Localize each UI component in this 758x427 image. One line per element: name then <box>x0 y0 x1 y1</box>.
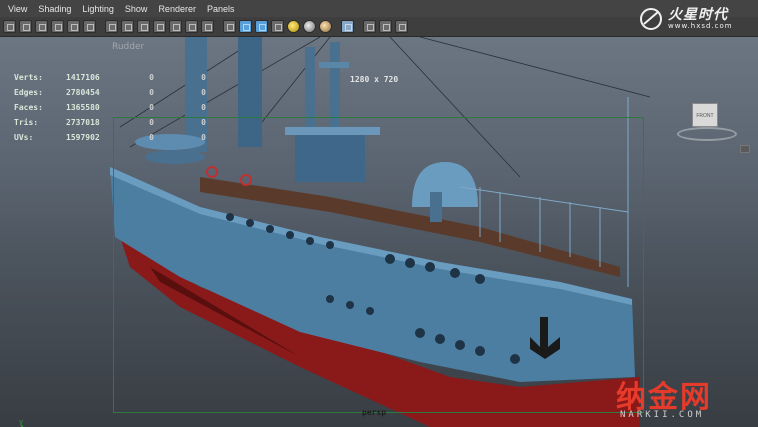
safe-title-icon[interactable] <box>201 20 214 33</box>
hud-components: 0 <box>201 118 206 127</box>
shadows-icon[interactable] <box>303 20 316 33</box>
axis-gizmo: y z x <box>19 418 23 427</box>
menu-view[interactable]: View <box>8 4 27 14</box>
hud-components: 0 <box>201 133 206 142</box>
hud-row-edges: Edges: 2780454 0 0 <box>14 88 206 103</box>
view-cube-front-face[interactable]: FRONT <box>692 103 718 127</box>
gate-mask-icon[interactable] <box>153 20 166 33</box>
resolution-gate-icon[interactable] <box>137 20 150 33</box>
image-plane-icon[interactable] <box>51 20 64 33</box>
select-camera-icon[interactable] <box>3 20 16 33</box>
hud-row-faces: Faces: 1365580 0 0 <box>14 103 206 118</box>
field-chart-icon[interactable] <box>169 20 182 33</box>
xray-icon[interactable] <box>341 20 354 33</box>
share-icon[interactable] <box>395 20 408 33</box>
panel-resize-handle[interactable] <box>740 145 750 153</box>
camera-name: persp <box>362 408 387 417</box>
hud-components: 0 <box>201 73 206 82</box>
perspective-viewport[interactable]: Rudder Verts: 1417106 0 0 Edges: 2780454… <box>0 37 758 427</box>
hud-label: Tris: <box>14 118 39 127</box>
hud-value: 1597902 <box>66 133 100 142</box>
grid-icon[interactable] <box>105 20 118 33</box>
narkii-watermark: 纳金网 NARKII.COM <box>616 372 754 424</box>
axis-y-label: y <box>19 418 23 426</box>
menu-show[interactable]: Show <box>125 4 148 14</box>
hud-label: Verts: <box>14 73 43 82</box>
hud-value: 2737018 <box>66 118 100 127</box>
hud-selected: 0 <box>149 118 154 127</box>
bookmark-icon[interactable] <box>35 20 48 33</box>
hud-label: Faces: <box>14 103 43 112</box>
hud-selected: 0 <box>149 88 154 97</box>
grease-pencil-icon[interactable] <box>83 20 96 33</box>
watermark-url: NARKII.COM <box>620 410 705 420</box>
rudder-label: Rudder <box>112 42 145 52</box>
hud-row-verts: Verts: 1417106 0 0 <box>14 73 206 88</box>
menu-renderer[interactable]: Renderer <box>158 4 196 14</box>
use-all-lights-icon[interactable] <box>287 20 300 33</box>
menu-panels[interactable]: Panels <box>207 4 235 14</box>
hud-value: 1417106 <box>66 73 100 82</box>
isolate-select-icon[interactable] <box>363 20 376 33</box>
view-cube[interactable]: FRONT <box>672 97 742 145</box>
menu-shading[interactable]: Shading <box>38 4 71 14</box>
hud-value: 1365580 <box>66 103 100 112</box>
hud-row-uvs: UVs: 1597902 0 0 <box>14 133 206 148</box>
camera-attributes-icon[interactable] <box>19 20 32 33</box>
hud-selected: 0 <box>149 73 154 82</box>
hud-row-tris: Tris: 2737018 0 0 <box>14 118 206 133</box>
safe-action-icon[interactable] <box>185 20 198 33</box>
film-gate-icon[interactable] <box>121 20 134 33</box>
menu-lighting[interactable]: Lighting <box>82 4 114 14</box>
hud-value: 2780454 <box>66 88 100 97</box>
logo-url: www.hxsd.com <box>668 22 733 30</box>
hxsd-logo-icon <box>640 8 662 30</box>
resolution-readout: 1280 x 720 <box>350 75 399 84</box>
hud-selected: 0 <box>149 103 154 112</box>
texture-icon[interactable] <box>271 20 284 33</box>
two-d-pan-icon[interactable] <box>67 20 80 33</box>
hud-components: 0 <box>201 88 206 97</box>
hud-components: 0 <box>201 103 206 112</box>
wireframe-on-shaded-icon[interactable] <box>255 20 268 33</box>
ambient-occlusion-icon[interactable] <box>319 20 332 33</box>
hxsd-logo: 火星时代 www.hxsd.com <box>638 4 748 34</box>
xray-joints-icon[interactable] <box>379 20 392 33</box>
hud-label: Edges: <box>14 88 43 97</box>
smooth-shade-icon[interactable] <box>239 20 252 33</box>
logo-text: 火星时代 <box>668 7 728 23</box>
hud-label: UVs: <box>14 133 34 142</box>
view-cube-ring[interactable] <box>677 127 737 141</box>
hud-selected: 0 <box>149 133 154 142</box>
wireframe-icon[interactable] <box>223 20 236 33</box>
poly-count-hud: Verts: 1417106 0 0 Edges: 2780454 0 0 Fa… <box>14 73 206 148</box>
resolution-gate <box>113 117 644 413</box>
